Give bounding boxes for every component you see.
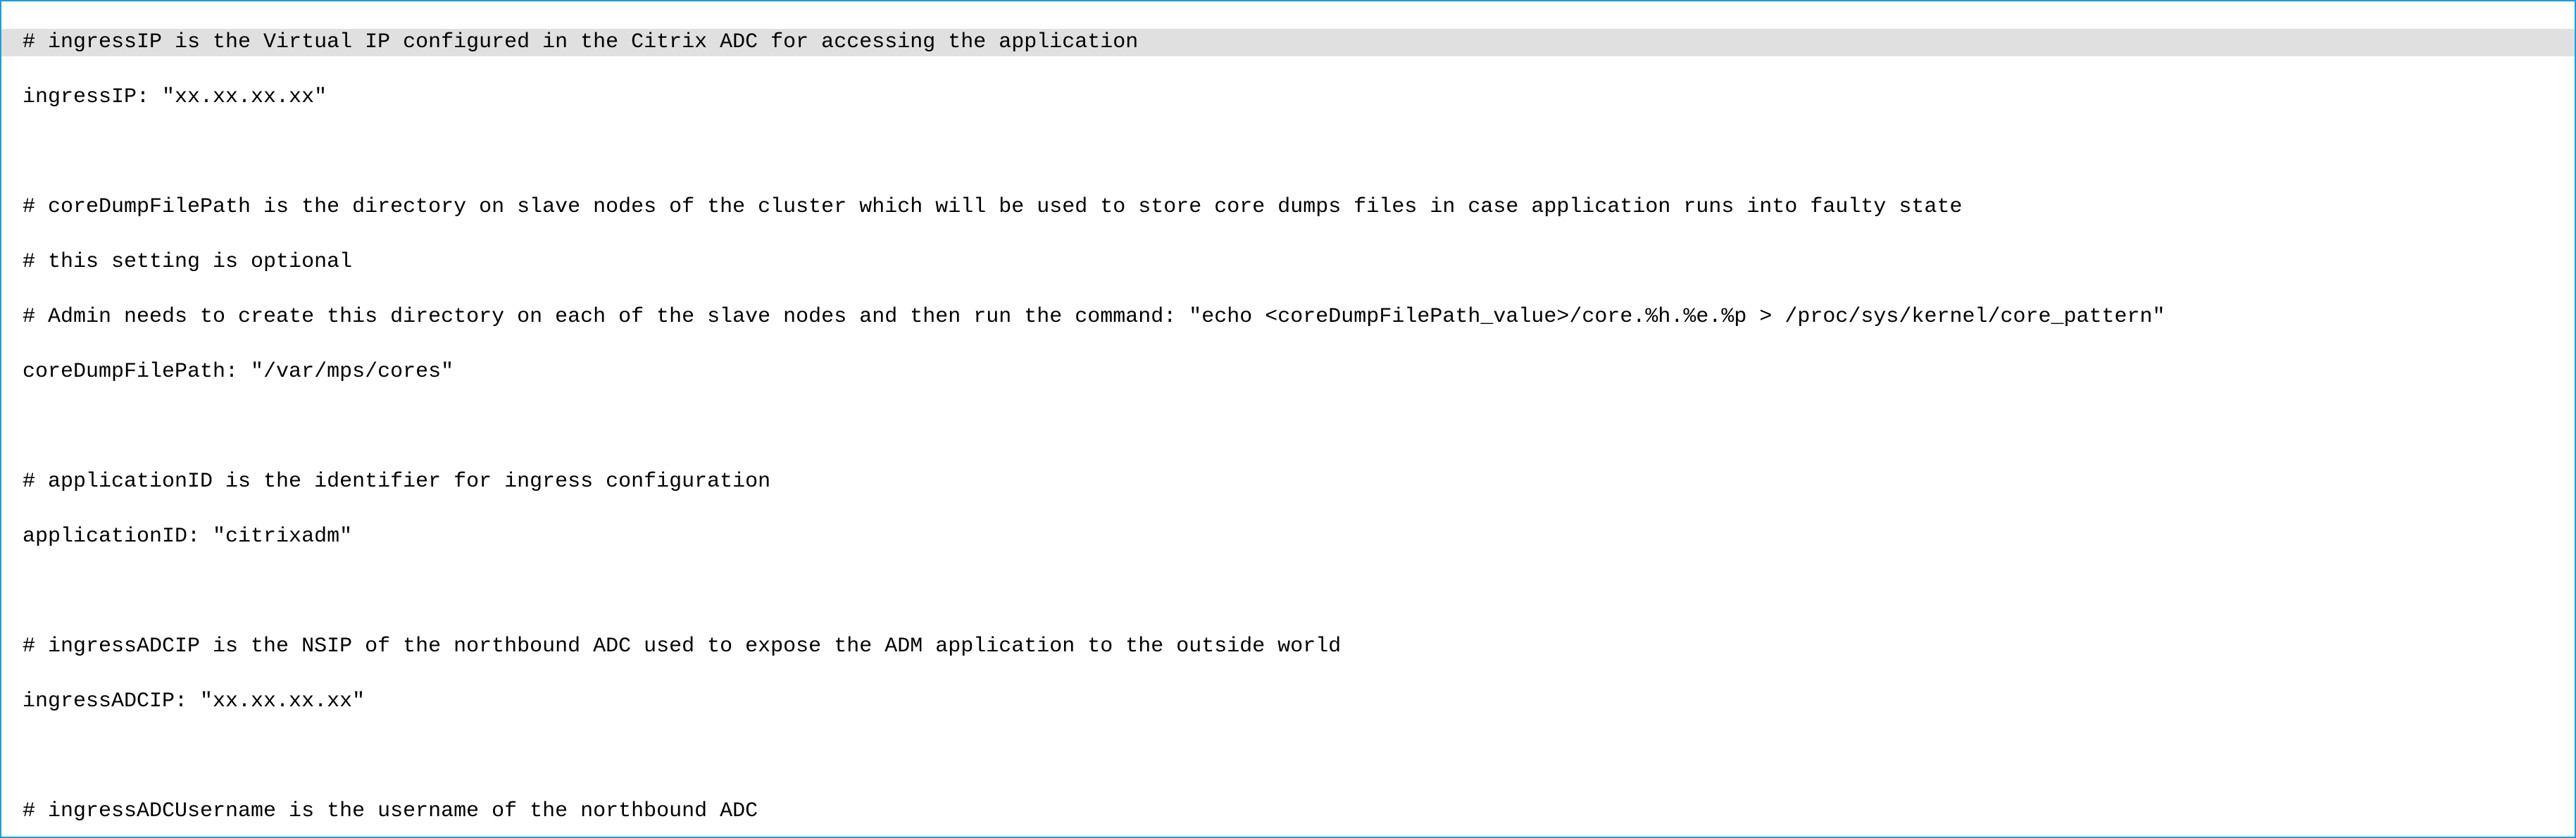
code-line-coredump: coreDumpFilePath: "/var/mps/cores": [1, 358, 2575, 386]
code-line-comment: # ingressADCUsername is the username of …: [1, 798, 2575, 825]
code-line-blank: [1, 413, 2575, 441]
code-line-appid: applicationID: "citrixadm": [1, 523, 2575, 551]
code-line-comment: # ingressADCIP is the NSIP of the northb…: [1, 633, 2575, 661]
code-line-blank: [1, 578, 2575, 606]
code-line-ingress-ip: ingressIP: "xx.xx.xx.xx": [1, 84, 2575, 111]
code-line-comment: # applicationID is the identifier for in…: [1, 468, 2575, 496]
code-block: # ingressIP is the Virtual IP configured…: [0, 0, 2576, 838]
code-line-comment: # coreDumpFilePath is the directory on s…: [1, 194, 2575, 221]
code-line-comment: # ingressIP is the Virtual IP configured…: [1, 29, 2575, 56]
code-line-blank: [1, 743, 2575, 770]
code-line-comment: # this setting is optional: [1, 249, 2575, 276]
code-line-adcip: ingressADCIP: "xx.xx.xx.xx": [1, 688, 2575, 715]
code-line-comment: # Admin needs to create this directory o…: [1, 304, 2575, 331]
code-line-blank: [1, 139, 2575, 166]
